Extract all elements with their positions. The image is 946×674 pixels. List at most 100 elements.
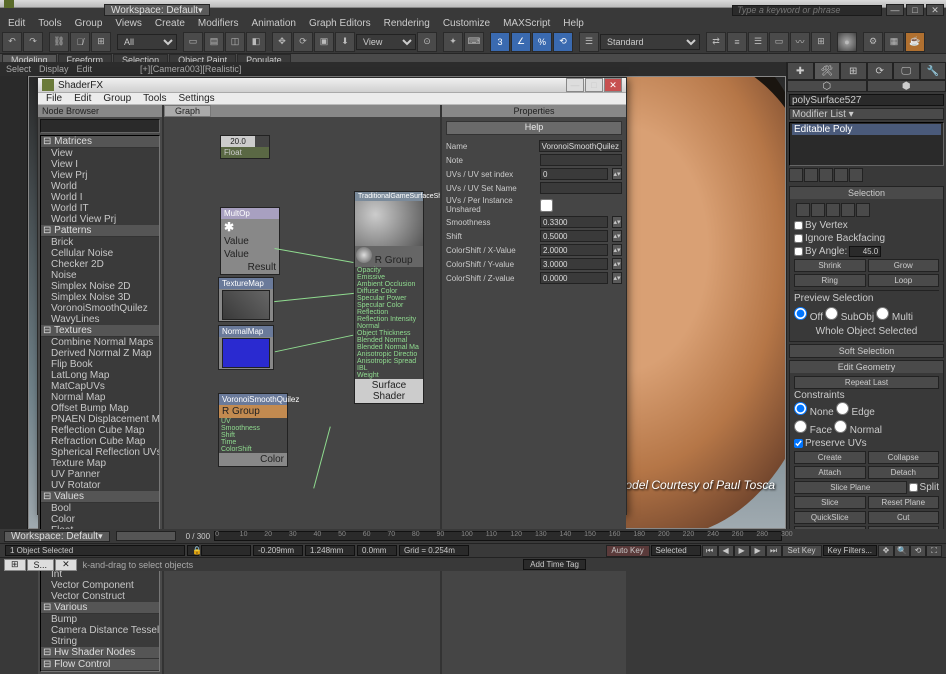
coord-z[interactable]: 1.248mm [305, 545, 355, 556]
prop-name-field[interactable]: VoronoiSmoothQuilez [539, 140, 622, 152]
ring-button[interactable]: Ring [794, 274, 866, 287]
keymode-button[interactable]: ⌨ [464, 32, 484, 52]
sel-poly-icon[interactable] [841, 203, 855, 217]
redo-button[interactable]: ↷ [23, 32, 43, 52]
coord-x[interactable] [201, 545, 251, 556]
layers-button[interactable]: ☰ [748, 32, 768, 52]
close-button[interactable]: ✕ [926, 4, 944, 16]
prop-csz-field[interactable]: 0.0000 [540, 272, 608, 284]
time-ruler[interactable]: 0102030405060708090100110120130140150160… [214, 531, 782, 541]
shrink-button[interactable]: Shrink [794, 259, 866, 272]
nb-item[interactable]: Reflection Cube Map [41, 425, 159, 436]
setkey-button[interactable]: Set Key [782, 545, 822, 557]
render-setup-button[interactable]: ⚙ [863, 32, 883, 52]
attach-button[interactable]: Attach [794, 466, 866, 479]
rotate-button[interactable]: ⟳ [293, 32, 313, 52]
nb-item[interactable]: VoronoiSmoothQuilez [41, 303, 159, 314]
nb-item[interactable]: Flip Book [41, 359, 159, 370]
constraint-none[interactable] [794, 402, 807, 415]
scale-button[interactable]: ▣ [314, 32, 334, 52]
nav-zoom[interactable]: 🔍 [894, 545, 910, 557]
transport-next[interactable]: ▶ [750, 545, 766, 557]
nb-item[interactable]: Spherical Reflection UVs [41, 447, 159, 458]
shaderfx-window[interactable]: ShaderFX — □ ✕ File Edit Group Tools Set… [37, 77, 627, 515]
byangle-field[interactable]: 45.0 [849, 246, 881, 257]
nb-item[interactable]: Bump [41, 614, 159, 625]
menu-edit[interactable]: Edit [2, 18, 31, 29]
maximize-button[interactable]: □ [906, 4, 924, 16]
curve-editor-button[interactable]: 〰 [790, 32, 810, 52]
menu-customize[interactable]: Customize [437, 18, 496, 29]
select-region-button[interactable]: ◫ [225, 32, 245, 52]
prop-smooth-field[interactable]: 0.3300 [540, 216, 608, 228]
spinner[interactable]: ▴▾ [612, 168, 622, 180]
material-editor-button[interactable]: ● [837, 32, 857, 52]
repeat-button[interactable]: Repeat Last [794, 376, 939, 389]
slice-button[interactable]: Slice [794, 496, 866, 509]
bind-button[interactable]: ⊞ [91, 32, 111, 52]
vp-tab-select[interactable]: Select [6, 64, 31, 74]
ignoreback-checkbox[interactable] [794, 234, 803, 243]
window-crossing-button[interactable]: ◧ [246, 32, 266, 52]
nb-item[interactable]: PNAEN Displacement Map [41, 414, 159, 425]
pin-stack-icon[interactable] [789, 168, 803, 182]
config-stack-icon[interactable] [849, 168, 863, 182]
minimize-button[interactable]: — [886, 4, 904, 16]
menu-modifiers[interactable]: Modifiers [192, 18, 245, 29]
align-button[interactable]: ≡ [727, 32, 747, 52]
spinner-snap-button[interactable]: ⟲ [553, 32, 573, 52]
nb-item[interactable]: Bool [41, 503, 159, 514]
node-surface-shader[interactable]: TraditionalGameSurfaceSh R Group Opacity… [354, 191, 424, 404]
unlink-button[interactable]: ⛓̸ [70, 32, 90, 52]
nb-item[interactable]: Refraction Cube Map [41, 436, 159, 447]
nb-item[interactable]: LatLong Map [41, 370, 159, 381]
create-button[interactable]: Create [794, 451, 866, 464]
byvertex-checkbox[interactable] [794, 221, 803, 230]
sel-element-icon[interactable] [856, 203, 870, 217]
nb-category[interactable]: ⊟ Flow Control [41, 659, 159, 671]
nb-item[interactable]: Combine Normal Maps [41, 337, 159, 348]
percent-snap-button[interactable]: % [532, 32, 552, 52]
ref-coord-dropdown[interactable]: View [356, 34, 416, 50]
split-checkbox[interactable] [909, 483, 918, 492]
nb-item[interactable]: Brick [41, 237, 159, 248]
nb-item[interactable]: Checker 2D [41, 259, 159, 270]
help-button[interactable]: Help [446, 121, 622, 135]
taskbar-close[interactable]: ✕ [55, 559, 77, 571]
config-button[interactable]: ⬢ [867, 80, 946, 92]
prop-shift-field[interactable]: 0.5000 [540, 230, 608, 242]
mirror-button[interactable]: ⇄ [706, 32, 726, 52]
prop-uvidx-field[interactable]: 0 [540, 168, 608, 180]
nb-category[interactable]: ⊟ Various [41, 602, 159, 614]
tab-create[interactable]: ✚ [787, 62, 814, 80]
keymode-dropdown[interactable]: Selected [651, 545, 701, 556]
nav-pan[interactable]: ✥ [878, 545, 894, 557]
menu-group[interactable]: Group [69, 18, 109, 29]
transport-start[interactable]: ⏮ [702, 545, 718, 557]
menu-create[interactable]: Create [149, 18, 191, 29]
ribbon-toggle[interactable]: ▭ [769, 32, 789, 52]
preview-off-radio[interactable] [794, 307, 807, 320]
help-search-input[interactable] [732, 5, 882, 16]
show-result-icon[interactable] [804, 168, 818, 182]
sfx-menu-settings[interactable]: Settings [173, 93, 221, 104]
keyfilters-button[interactable]: Key Filters... [823, 545, 877, 556]
graph-tab[interactable]: Graph [164, 105, 211, 117]
node-multiply[interactable]: MultOp ✱ Value Value Result [220, 207, 280, 275]
prop-csx-field[interactable]: 2.0000 [540, 244, 608, 256]
tessellate-button[interactable]: Tessellate [868, 526, 940, 529]
nb-item[interactable]: Color [41, 514, 159, 525]
rollout-softsel[interactable]: Soft Selection [790, 345, 943, 357]
nb-item[interactable]: UV Rotator [41, 480, 159, 491]
select-button[interactable]: ▭ [183, 32, 203, 52]
pin-button[interactable]: ⬡ [787, 80, 867, 92]
nb-item[interactable]: Simplex Noise 2D [41, 281, 159, 292]
node-voronoi[interactable]: VoronoiSmoothQuilez R Group UV Smoothnes… [218, 393, 288, 467]
taskbar-item[interactable]: ⊞ [4, 559, 26, 571]
named-sel-dropdown[interactable]: Standard [600, 34, 700, 50]
vp-tab-edit[interactable]: Edit [77, 64, 93, 74]
move-button[interactable]: ✥ [272, 32, 292, 52]
nav-orbit[interactable]: ⟲ [910, 545, 926, 557]
spinner[interactable]: ▴▾ [612, 216, 622, 228]
node-normalmap[interactable]: NormalMap [218, 325, 274, 370]
